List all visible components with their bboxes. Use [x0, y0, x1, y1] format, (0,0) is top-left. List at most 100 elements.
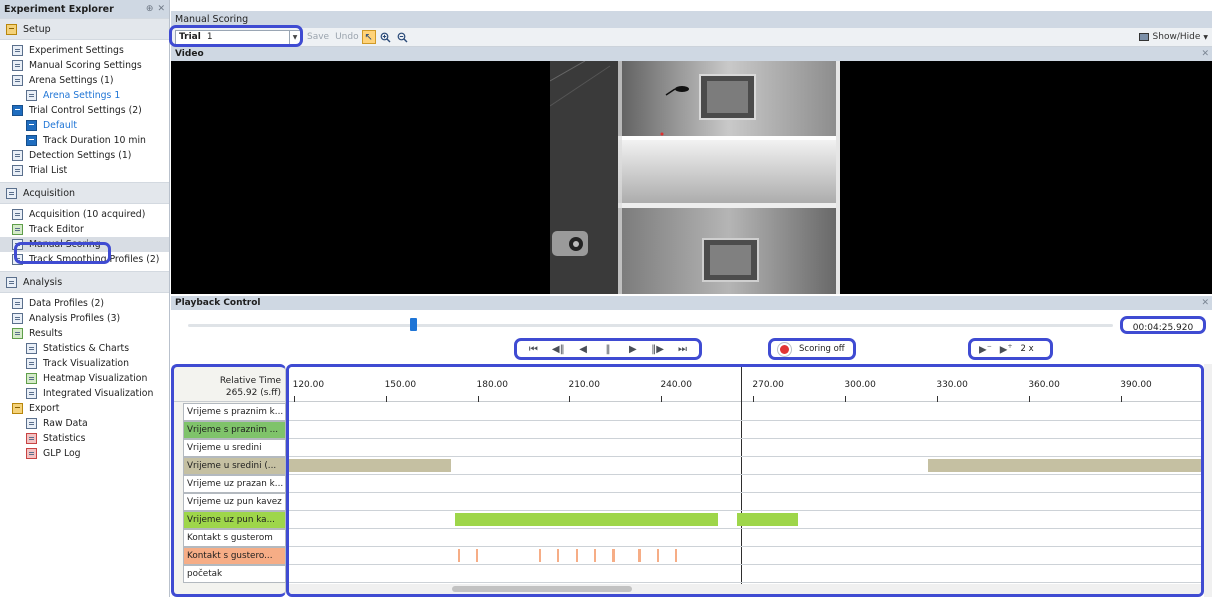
show-hide-button[interactable]: Show/Hide ▼ — [1138, 32, 1212, 42]
record-icon[interactable] — [777, 341, 792, 357]
behavior-bout-bar[interactable] — [575, 549, 578, 562]
scoring-toggle[interactable]: Scoring off — [768, 338, 856, 360]
pointer-icon[interactable]: ↖ — [361, 30, 376, 44]
behavior-bout-bar[interactable] — [928, 459, 1201, 472]
play-button[interactable]: ▶ — [625, 341, 641, 357]
behavior-row-label[interactable]: početak — [183, 565, 286, 583]
playback-control-header: Playback Control ✕ — [171, 296, 1212, 310]
undo-button[interactable]: Undo — [335, 32, 359, 42]
tick-mark — [845, 396, 847, 402]
zoom-out-icon[interactable] — [396, 30, 410, 44]
speed-up-icon[interactable]: ▶+ — [1000, 343, 1013, 355]
behavior-row-label[interactable]: Vrijeme u sredini (... — [183, 457, 286, 475]
trial-selector-highlight — [169, 25, 303, 47]
tree-item-analysis-profiles-3[interactable]: Analysis Profiles (3) — [0, 311, 169, 326]
behavior-row-label[interactable]: Vrijeme u sredini — [183, 439, 286, 457]
tree-item-heatmap-visualization[interactable]: Heatmap Visualization — [0, 371, 169, 386]
tree-item-statistics[interactable]: Statistics — [0, 431, 169, 446]
analysis-icon — [6, 276, 17, 288]
behavior-bout-bar[interactable] — [638, 549, 641, 562]
tree-item-results[interactable]: Results — [0, 326, 169, 341]
tree-item-manual-scoring-settings[interactable]: Manual Scoring Settings — [0, 58, 169, 73]
tree-item-label: Heatmap Visualization — [43, 373, 148, 384]
track-icon — [26, 358, 37, 369]
section-analysis[interactable]: Analysis — [0, 271, 169, 293]
show-hide-label: Show/Hide — [1152, 32, 1201, 42]
tick-label: 150.00 — [384, 380, 417, 390]
row-divider — [289, 456, 1201, 457]
tree-item-glp-log[interactable]: GLP Log — [0, 446, 169, 461]
behavior-bout-bar[interactable] — [557, 549, 560, 562]
tree-item-trial-control-settings-2[interactable]: Trial Control Settings (2) — [0, 103, 169, 118]
track-editor-icon — [12, 224, 23, 235]
tree-item-acquisition-10-acquired[interactable]: Acquisition (10 acquired) — [0, 207, 169, 222]
horizontal-scrollbar[interactable] — [289, 584, 1201, 594]
section-label: Analysis — [23, 276, 63, 288]
tree-item-arena-settings-1[interactable]: Arena Settings 1 — [0, 88, 169, 103]
tree-item-track-duration-10-min[interactable]: Track Duration 10 min — [0, 133, 169, 148]
close-icon[interactable]: ✕ — [157, 4, 165, 14]
behavior-bout-bar[interactable] — [656, 549, 659, 562]
tree-item-raw-data[interactable]: Raw Data — [0, 416, 169, 431]
zoom-in-icon[interactable] — [379, 30, 393, 44]
behavior-bout-bar[interactable] — [289, 459, 452, 472]
tree-item-statistics-charts[interactable]: Statistics & Charts — [0, 341, 169, 356]
playhead[interactable] — [740, 367, 742, 590]
pause-button[interactable]: ‖ — [600, 341, 616, 357]
behavior-row-label[interactable]: Vrijeme uz prazan k... — [183, 475, 286, 493]
tree-item-track-visualization[interactable]: Track Visualization — [0, 356, 169, 371]
behavior-bout-bar[interactable] — [736, 513, 798, 526]
tree-item-data-profiles-2[interactable]: Data Profiles (2) — [0, 296, 169, 311]
scoring-toolbar: Trial 1 ▼ Save Undo ↖ Show/Hide ▼ — [171, 28, 1212, 47]
seek-slider[interactable] — [188, 318, 1113, 331]
behavior-bout-bar[interactable] — [594, 549, 597, 562]
step-forward-button[interactable]: ‖▶ — [650, 341, 666, 357]
playback-speed-controls: ▶− ▶+ 2 x — [968, 338, 1053, 360]
step-back-button[interactable]: ◀‖ — [550, 341, 566, 357]
section-setup[interactable]: Setup — [0, 18, 169, 40]
tree-item-integrated-visualization[interactable]: Integrated Visualization — [0, 386, 169, 401]
tick-mark — [1121, 396, 1123, 402]
tree-item-export[interactable]: Export — [0, 401, 169, 416]
arena-icon — [26, 90, 37, 101]
tree-item-trial-list[interactable]: Trial List — [0, 163, 169, 178]
video-player[interactable] — [171, 61, 1212, 294]
behavior-bout-bar[interactable] — [457, 549, 460, 562]
section-acquisition[interactable]: Acquisition — [0, 182, 169, 204]
tree-item-label: Statistics & Charts — [43, 343, 130, 354]
tree-item-experiment-settings[interactable]: Experiment Settings — [0, 43, 169, 58]
tree-item-default[interactable]: Default — [0, 118, 169, 133]
close-icon[interactable]: ✕ — [1201, 47, 1209, 61]
video-panel-header: Video ✕ — [171, 47, 1212, 61]
chart-icon — [26, 343, 37, 354]
save-button[interactable]: Save — [307, 32, 329, 42]
behavior-bout-bar[interactable] — [612, 549, 615, 562]
tree-item-track-editor[interactable]: Track Editor — [0, 222, 169, 237]
tree-item-label: Acquisition (10 acquired) — [29, 209, 146, 220]
skip-to-start-button[interactable]: ⏮ — [525, 341, 541, 357]
behavior-bout-bar[interactable] — [454, 513, 719, 526]
seek-slider-thumb[interactable] — [410, 318, 417, 331]
behavior-bout-bar[interactable] — [538, 549, 541, 562]
speed-down-icon[interactable]: ▶− — [979, 343, 992, 355]
behavior-row-label[interactable]: Vrijeme s praznim k... — [183, 403, 286, 421]
play-backward-button[interactable]: ◀ — [575, 341, 591, 357]
tree-item-detection-settings-1[interactable]: Detection Settings (1) — [0, 148, 169, 163]
scoring-timeline[interactable]: 120.00 150.00 180.00 210.00 240.00 270.00 300.… — [286, 364, 1204, 597]
pin-icon[interactable]: ⊕ — [146, 4, 154, 14]
document-tab-manual-scoring[interactable]: Manual Scoring — [171, 11, 1212, 28]
vertical-scrollbar[interactable] — [1204, 364, 1212, 597]
behavior-bout-bar[interactable] — [675, 549, 678, 562]
behavior-row-label[interactable]: Vrijeme s praznim ... — [183, 421, 286, 439]
skip-to-end-button[interactable]: ⏭ — [674, 341, 690, 357]
arena-icon — [12, 75, 23, 86]
horizontal-scrollbar-thumb[interactable] — [452, 586, 632, 592]
close-icon[interactable]: ✕ — [1201, 296, 1209, 310]
tree-item-arena-settings-1[interactable]: Arena Settings (1) — [0, 73, 169, 88]
behavior-row-label[interactable]: Vrijeme uz pun ka... — [183, 511, 286, 529]
speed-value: 2 x — [1020, 344, 1034, 354]
behavior-bout-bar[interactable] — [475, 549, 479, 562]
behavior-row-label[interactable]: Vrijeme uz pun kavez — [183, 493, 286, 511]
behavior-row-label[interactable]: Kontakt s gustero... — [183, 547, 286, 565]
behavior-row-label[interactable]: Kontakt s gusterom — [183, 529, 286, 547]
